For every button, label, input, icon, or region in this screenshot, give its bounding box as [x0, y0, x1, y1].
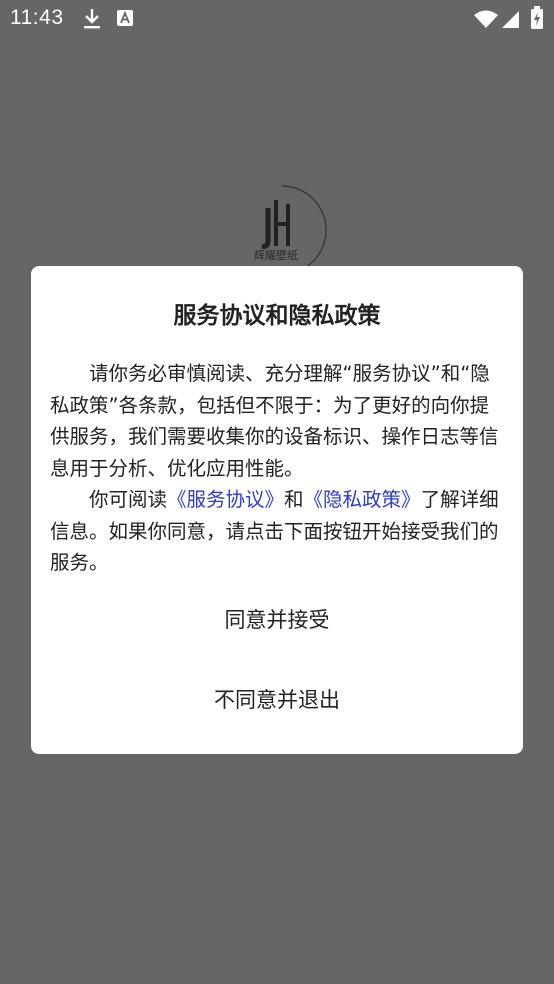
- status-bar: 11:43: [0, 0, 554, 38]
- agree-button[interactable]: 同意并接受: [31, 604, 523, 634]
- dialog-body: 请你务必审慎阅读、充分理解“服务协议”和“隐私政策”各条款，包括但不限于：为了更…: [50, 358, 506, 579]
- service-agreement-link[interactable]: 《服务协议》: [167, 488, 284, 511]
- logo-text: 辉耀壁纸: [254, 248, 298, 262]
- battery-icon: [530, 6, 544, 34]
- and-text: 和: [284, 488, 304, 511]
- download-icon: [82, 8, 102, 34]
- font-icon: [116, 9, 134, 31]
- consent-paragraph: 请你务必审慎阅读、充分理解“服务协议”和“隐私政策”各条款，包括但不限于：为了更…: [50, 362, 499, 480]
- privacy-policy-link[interactable]: 《隐私政策》: [304, 488, 421, 511]
- disagree-button[interactable]: 不同意并退出: [31, 684, 523, 714]
- links-paragraph: 你可阅读《服务协议》和《隐私政策》了解详细信息。如果你同意，请点击下面按钮开始接…: [50, 484, 506, 579]
- status-time: 11:43: [10, 6, 64, 29]
- read-prefix-text: 你可阅读: [89, 488, 168, 511]
- dialog-title: 服务协议和隐私政策: [173, 303, 381, 329]
- app-logo: 辉耀壁纸: [232, 180, 332, 280]
- signal-icon: [502, 9, 520, 33]
- wifi-icon: [474, 9, 498, 33]
- privacy-dialog: 服务协议和隐私政策 请你务必审慎阅读、充分理解“服务协议”和“隐私政策”各条款，…: [31, 266, 523, 754]
